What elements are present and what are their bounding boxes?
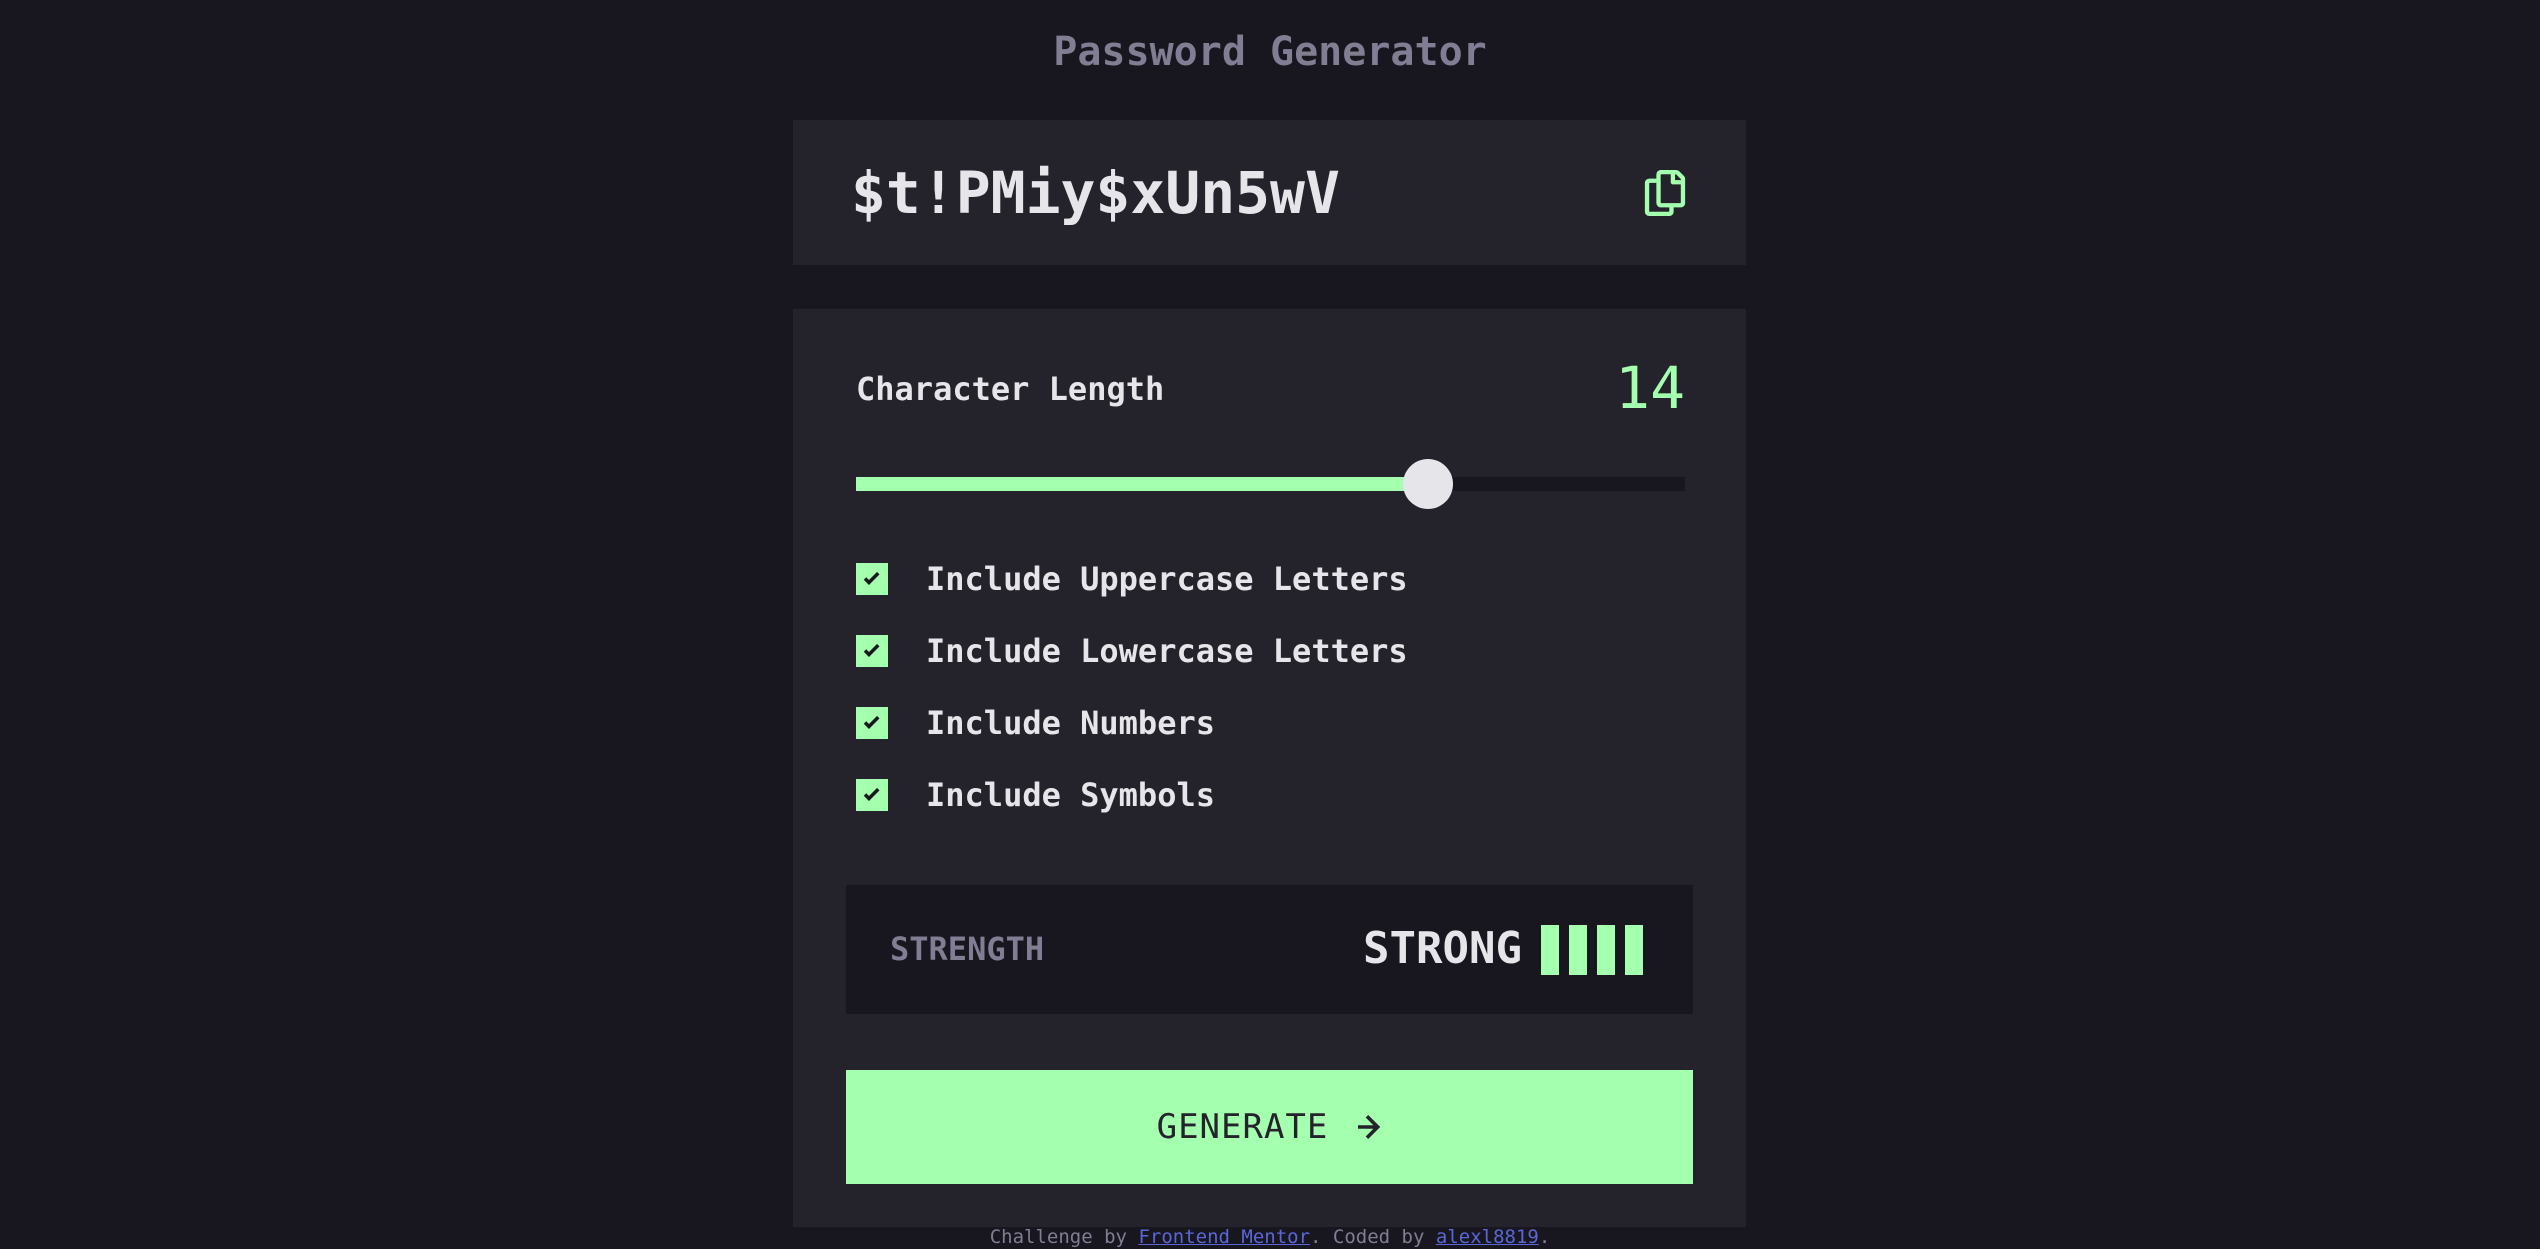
option-label: Include Symbols: [926, 776, 1215, 814]
option-lowercase[interactable]: Include Lowercase Letters: [856, 631, 1408, 671]
length-slider-thumb[interactable]: [1403, 459, 1453, 509]
check-icon: [863, 716, 880, 729]
copy-icon: [1644, 170, 1686, 216]
generate-button[interactable]: GENERATE: [846, 1070, 1693, 1184]
copy-button[interactable]: [1643, 170, 1687, 216]
character-length-label: Character Length: [856, 370, 1165, 408]
option-label: Include Uppercase Letters: [926, 560, 1408, 598]
option-symbols[interactable]: Include Symbols: [856, 775, 1215, 815]
password-output: $t!PMiy$xUn5wV: [851, 159, 1340, 227]
author-link[interactable]: alexl8819: [1436, 1226, 1539, 1248]
frontend-mentor-link[interactable]: Frontend Mentor: [1138, 1226, 1310, 1248]
strength-bars: [1541, 925, 1643, 975]
length-slider[interactable]: [856, 459, 1685, 509]
settings-panel: Character Length 14 Include Uppercase Le…: [793, 309, 1746, 1227]
character-length-value: 14: [1615, 354, 1685, 422]
length-slider-fill: [856, 477, 1428, 491]
strength-bar: [1541, 925, 1559, 975]
option-label: Include Lowercase Letters: [926, 632, 1408, 670]
footer-suffix: .: [1538, 1226, 1551, 1248]
lowercase-checkbox[interactable]: [856, 635, 888, 667]
strength-meter: STRENGTH STRONG: [846, 885, 1693, 1014]
strength-bar: [1597, 925, 1615, 975]
footer-middle: . Coded by: [1310, 1226, 1436, 1248]
footer-attribution: Challenge by Frontend Mentor. Coded by a…: [0, 1225, 2540, 1249]
strength-value: STRONG: [1363, 923, 1522, 974]
numbers-checkbox[interactable]: [856, 707, 888, 739]
strength-bar: [1569, 925, 1587, 975]
check-icon: [863, 572, 880, 585]
symbols-checkbox[interactable]: [856, 779, 888, 811]
generate-label: GENERATE: [1156, 1107, 1329, 1147]
password-display: $t!PMiy$xUn5wV: [793, 120, 1746, 265]
strength-label: STRENGTH: [890, 930, 1045, 968]
check-icon: [863, 644, 880, 657]
check-icon: [863, 788, 880, 801]
arrow-right-icon: [1358, 1115, 1381, 1139]
footer-prefix: Challenge by: [989, 1226, 1139, 1248]
page-title: Password Generator: [1053, 29, 1487, 75]
option-label: Include Numbers: [926, 704, 1215, 742]
uppercase-checkbox[interactable]: [856, 563, 888, 595]
option-uppercase[interactable]: Include Uppercase Letters: [856, 559, 1408, 599]
option-numbers[interactable]: Include Numbers: [856, 703, 1215, 743]
strength-bar: [1625, 925, 1643, 975]
